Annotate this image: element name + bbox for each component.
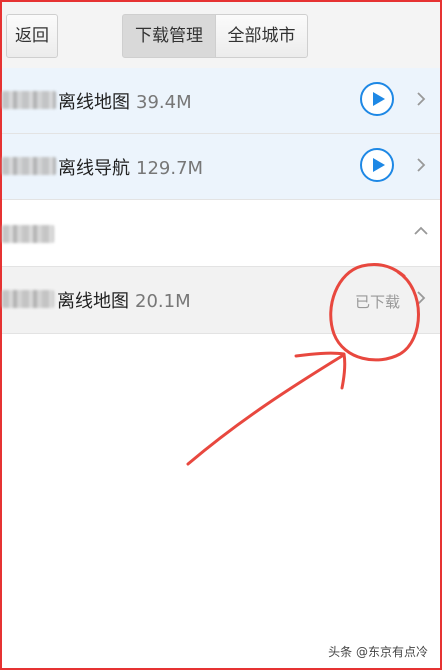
chevron-right-icon[interactable] [412,90,430,108]
chevron-up-icon[interactable] [412,222,430,240]
blurred-city-name [2,225,54,243]
item-title: 离线导航 [58,158,130,179]
item-size: 20.1M [135,291,191,312]
item-title: 离线地图 [58,92,130,113]
item-size: 39.4M [136,92,192,113]
list-item-offline-navigation[interactable]: 离线导航 129.7M [2,134,440,200]
play-download-icon[interactable] [360,82,394,116]
item-size: 129.7M [136,158,204,179]
item-label: 离线导航 129.7M [58,154,203,180]
list-item-offline-map[interactable]: 离线地图 39.4M [2,68,440,134]
item-label: 离线地图 20.1M [57,287,191,313]
list-item-offline-map-downloaded[interactable]: 离线地图 20.1M 已下载 [2,267,440,334]
segmented-tabs: 下载管理 全部城市 [122,14,308,58]
back-button[interactable]: 返回 [6,14,58,58]
blurred-city-name [2,91,56,109]
watermark: 头条 @东京有点冷 [328,645,428,659]
tab-download-management[interactable]: 下载管理 [122,14,216,58]
downloaded-status: 已下载 [354,293,400,311]
blurred-city-name [2,157,56,175]
item-label: 离线地图 39.4M [58,88,192,114]
item-title: 离线地图 [57,291,129,312]
blurred-city-name [2,290,54,308]
chevron-right-icon[interactable] [412,289,430,307]
play-download-icon[interactable] [360,148,394,182]
top-toolbar: 返回 下载管理 全部城市 [2,2,440,69]
city-section-header[interactable] [2,200,440,267]
chevron-right-icon[interactable] [412,156,430,174]
tab-all-cities[interactable]: 全部城市 [215,14,308,58]
